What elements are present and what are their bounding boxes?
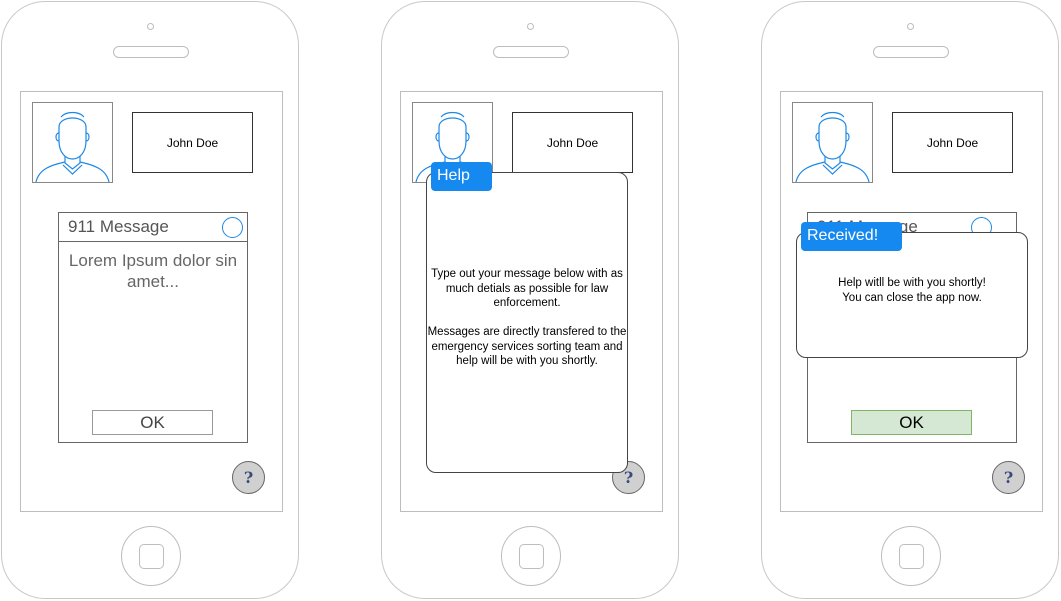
phone-speaker	[873, 46, 949, 58]
help-paragraph: Type out your message below with as much…	[431, 268, 623, 309]
ok-button[interactable]: OK	[92, 410, 213, 435]
phone-speaker	[113, 46, 189, 58]
ok-button[interactable]: OK	[851, 410, 972, 435]
received-line: You can close the app now.	[842, 291, 982, 304]
home-button-icon	[519, 544, 544, 569]
home-button[interactable]	[501, 526, 561, 586]
home-button[interactable]	[121, 526, 181, 586]
received-line: Help witll be with you shortly!	[838, 277, 986, 289]
phone-screen: John Doe 911 Message Lorem Ipsum dolor s…	[20, 91, 283, 512]
user-avatar-icon	[792, 102, 873, 183]
message-panel: 911 Message Lorem Ipsum dolor sin amet..…	[58, 212, 248, 443]
phone-compose: John Doe 911 Message Lorem Ipsum dolor s…	[1, 1, 299, 599]
home-button-icon	[899, 544, 924, 569]
help-dialog-text: Type out your message below with as much…	[427, 267, 627, 383]
phone-help: John Doe ? Type out your message below w…	[381, 1, 679, 599]
contact-name-box: John Doe	[892, 112, 1013, 173]
phone-camera	[527, 23, 534, 30]
phone-received: John Doe 911 Message OK ? Help witll be …	[761, 1, 1059, 599]
help-paragraph: Messages are directly transfered to the …	[427, 326, 627, 367]
phone-speaker	[493, 46, 569, 58]
message-panel-header: 911 Message	[59, 213, 247, 242]
home-button-icon	[139, 544, 164, 569]
contact-name-box: John Doe	[512, 112, 633, 173]
user-avatar-icon	[32, 102, 113, 183]
received-dialog-tag: Received!	[801, 222, 902, 251]
mockup-canvas: John Doe 911 Message Lorem Ipsum dolor s…	[0, 0, 1061, 601]
phone-camera	[907, 23, 914, 30]
message-panel-title: 911 Message	[68, 217, 169, 236]
question-mark-icon[interactable]: ?	[232, 461, 265, 494]
received-dialog-text: Help witll be with you shortly! You can …	[797, 276, 1027, 305]
help-dialog-tag: Help	[431, 162, 492, 191]
help-dialog: Type out your message below with as much…	[426, 172, 628, 473]
radio-circle-icon[interactable]	[222, 217, 243, 238]
home-button[interactable]	[881, 526, 941, 586]
question-mark-icon[interactable]: ?	[992, 461, 1025, 494]
contact-name-box: John Doe	[132, 112, 253, 173]
message-input[interactable]: Lorem Ipsum dolor sin amet...	[65, 250, 241, 292]
phone-camera	[147, 23, 154, 30]
